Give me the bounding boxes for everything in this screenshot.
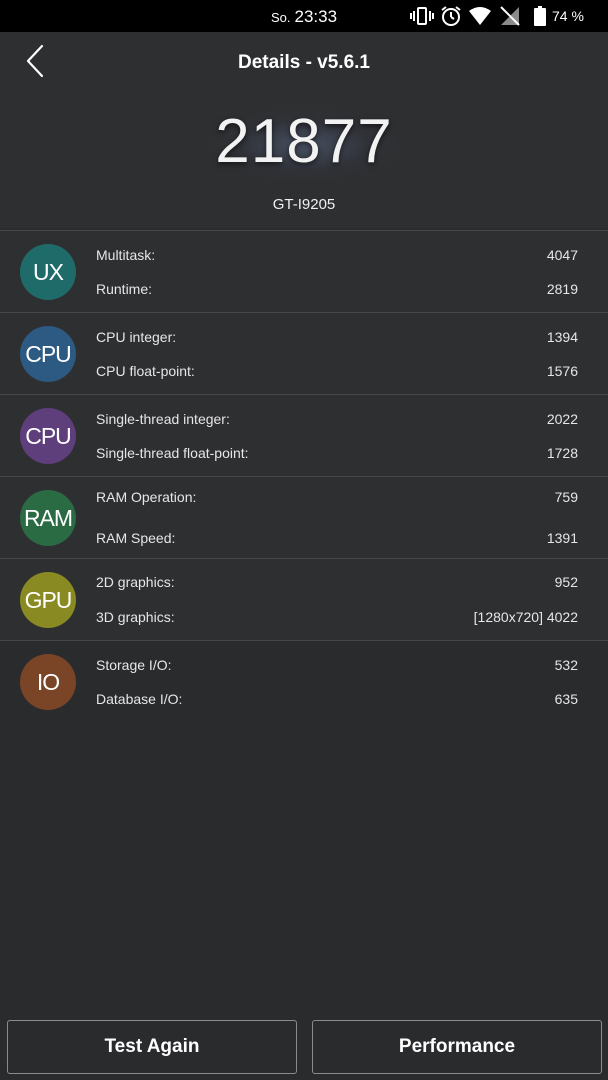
metric-ram-speed: RAM Speed: 1391 bbox=[96, 530, 578, 550]
metric-label: Single-thread float-point: bbox=[96, 445, 249, 461]
category-gpu: GPU 2D graphics: 952 3D graphics: [1280x… bbox=[0, 558, 608, 640]
metric-value: 759 bbox=[554, 489, 578, 505]
metric-value: 4047 bbox=[546, 247, 578, 263]
metric-multitask: Multitask: 4047 bbox=[96, 247, 578, 267]
category-cpu: CPU CPU integer: 1394 CPU float-point: 1… bbox=[0, 312, 608, 394]
metric-value: 2022 bbox=[546, 411, 578, 427]
category-cpu-single-thread: CPU Single-thread integer: 2022 Single-t… bbox=[0, 394, 608, 476]
performance-button[interactable]: Performance bbox=[312, 1020, 602, 1074]
metric-label: RAM Operation: bbox=[96, 489, 197, 505]
metric-2d-graphics: 2D graphics: 952 bbox=[96, 574, 578, 594]
io-badge: IO bbox=[20, 654, 76, 710]
metric-storage-io: Storage I/O: 532 bbox=[96, 657, 578, 677]
score-area: 21877 bbox=[0, 106, 608, 180]
category-ram: RAM RAM Operation: 759 RAM Speed: 1391 bbox=[0, 476, 608, 558]
metric-label: 3D graphics: bbox=[96, 609, 175, 625]
metric-label: CPU integer: bbox=[96, 329, 177, 345]
page-title: Details - v5.6.1 bbox=[237, 52, 371, 73]
category-io: IO Storage I/O: 532 Database I/O: 635 bbox=[0, 640, 608, 722]
metric-label: Single-thread integer: bbox=[96, 411, 230, 427]
category-ux: UX Multitask: 4047 Runtime: 2819 bbox=[0, 230, 608, 312]
metric-label: Runtime: bbox=[96, 281, 153, 297]
status-bar: So. 23:33 74 % bbox=[0, 0, 608, 32]
gpu-badge: GPU bbox=[20, 572, 76, 628]
metric-label: 2D graphics: bbox=[96, 574, 175, 590]
footer-actions: Test Again Performance bbox=[0, 1020, 608, 1080]
vibrate-icon bbox=[410, 6, 434, 26]
cpu-single-thread-badge: CPU bbox=[20, 408, 76, 464]
battery-percent: 74 % bbox=[552, 8, 584, 24]
metric-label: Storage I/O: bbox=[96, 657, 172, 673]
metric-value: 1394 bbox=[546, 329, 578, 345]
status-day: So. bbox=[271, 10, 291, 25]
cpu-badge: CPU bbox=[20, 326, 76, 382]
metric-ram-operation: RAM Operation: 759 bbox=[96, 489, 578, 509]
metric-cpu-integer: CPU integer: 1394 bbox=[96, 329, 578, 349]
metric-single-thread-integer: Single-thread integer: 2022 bbox=[96, 411, 578, 431]
metric-3d-graphics: 3D graphics: [1280x720] 4022 bbox=[96, 609, 578, 629]
test-again-button[interactable]: Test Again bbox=[7, 1020, 297, 1074]
metric-single-thread-float: Single-thread float-point: 1728 bbox=[96, 445, 578, 465]
device-model: GT-I9205 bbox=[272, 196, 336, 213]
metric-value: 532 bbox=[554, 657, 578, 673]
metric-label: CPU float-point: bbox=[96, 363, 195, 379]
metric-value: 1391 bbox=[546, 530, 578, 546]
metric-runtime: Runtime: 2819 bbox=[96, 281, 578, 301]
metric-value: 952 bbox=[554, 574, 578, 590]
no-signal-icon bbox=[498, 5, 522, 27]
wifi-icon bbox=[468, 6, 492, 26]
ram-badge: RAM bbox=[20, 490, 76, 546]
metric-value: 2819 bbox=[546, 281, 578, 297]
metric-value: [1280x720] 4022 bbox=[473, 609, 578, 625]
metric-label: Multitask: bbox=[96, 247, 156, 263]
metric-value: 635 bbox=[554, 691, 578, 707]
total-score: 21877 bbox=[215, 107, 393, 176]
metric-value: 1576 bbox=[546, 363, 578, 379]
score-header: Details - v5.6.1 21877 GT-I9205 bbox=[0, 32, 608, 228]
status-icons: 74 % bbox=[410, 5, 584, 27]
ux-badge: UX bbox=[20, 244, 76, 300]
battery-icon bbox=[534, 6, 546, 26]
metric-label: RAM Speed: bbox=[96, 530, 176, 546]
category-list: UX Multitask: 4047 Runtime: 2819 CPU CPU… bbox=[0, 230, 608, 722]
metric-value: 1728 bbox=[546, 445, 578, 461]
status-time: 23:33 bbox=[294, 7, 338, 26]
status-clock: So. 23:33 bbox=[271, 7, 337, 27]
metric-label: Database I/O: bbox=[96, 691, 183, 707]
metric-cpu-float: CPU float-point: 1576 bbox=[96, 363, 578, 383]
alarm-icon bbox=[440, 5, 462, 27]
metric-database-io: Database I/O: 635 bbox=[96, 691, 578, 711]
